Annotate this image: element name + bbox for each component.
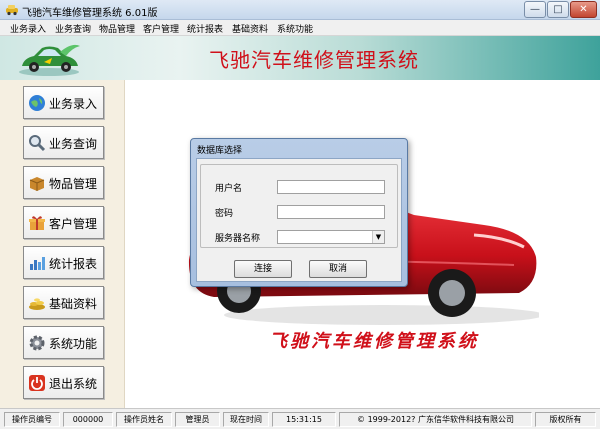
status-bar: 操作员编号 000000 操作员姓名 管理员 现在时间 15:31:15 © 1… <box>0 408 600 429</box>
minimize-button[interactable]: — <box>524 1 546 18</box>
gear-icon <box>29 335 45 351</box>
server-name-label: 服务器名称 <box>215 234 261 244</box>
rights-text: 版权所有 <box>535 412 596 427</box>
server-name-select[interactable]: ▼ <box>277 230 385 244</box>
sidebar-item-label: 物品管理 <box>49 177 98 191</box>
magnifier-icon <box>29 135 46 152</box>
time-label: 现在时间 <box>223 412 269 427</box>
copyright-text: © 1999-2012? 广东信华软件科技有限公司 <box>339 412 532 427</box>
maximize-button[interactable]: □ <box>547 1 569 18</box>
header-banner: 飞驰汽车维修管理系统 <box>0 36 600 80</box>
operator-name-value: 管理员 <box>175 412 220 427</box>
logo-car-icon <box>19 44 80 76</box>
slogan-text: 飞驰汽车维修管理系统 <box>269 331 479 352</box>
title-bar: 飞驰汽车维修管理系统 6.01版 — □ ✕ <box>0 0 600 20</box>
cancel-button[interactable]: 取消 <box>309 260 367 278</box>
time-value: 15:31:15 <box>272 412 336 427</box>
bar-chart-icon <box>30 257 45 270</box>
username-input[interactable] <box>277 180 385 194</box>
sidebar-item-label: 客户管理 <box>49 217 98 231</box>
sidebar-item-customers[interactable]: 客户管理 <box>23 206 104 239</box>
menu-system[interactable]: 系统功能 <box>277 22 313 35</box>
login-fields-group: 用户名 密码 服务器名称 ▼ <box>200 164 398 248</box>
dialog-title: 数据库选择 <box>197 146 243 156</box>
connect-button[interactable]: 连接 <box>234 260 292 278</box>
sidebar-item-basic-data[interactable]: 基础资料 <box>23 286 104 319</box>
sidebar-item-label: 系统功能 <box>49 337 98 351</box>
app-car-icon <box>6 5 18 16</box>
operator-name-label: 操作员姓名 <box>116 412 172 427</box>
sidebar-item-system[interactable]: 系统功能 <box>23 326 104 359</box>
window-title: 飞驰汽车维修管理系统 6.01版 <box>22 8 158 19</box>
menu-customers[interactable]: 客户管理 <box>143 22 179 35</box>
sidebar-item-label: 统计报表 <box>49 257 98 271</box>
power-icon <box>29 375 45 391</box>
username-label: 用户名 <box>215 184 243 194</box>
menu-business-query[interactable]: 业务查询 <box>55 22 91 35</box>
menu-reports[interactable]: 统计报表 <box>187 22 223 35</box>
sidebar-item-label: 基础资料 <box>49 297 98 311</box>
sidebar-item-exit[interactable]: 退出系统 <box>23 366 104 399</box>
close-button[interactable]: ✕ <box>570 1 597 18</box>
box-icon <box>29 177 45 191</box>
chevron-down-icon[interactable]: ▼ <box>372 231 384 243</box>
copyright-symbol: © <box>357 415 366 424</box>
sidebar: 业务录入 业务查询 物品管理 客户管理 统计报表 基础资料 系统功能 退出系统 <box>0 80 125 408</box>
sidebar-item-business-entry[interactable]: 业务录入 <box>23 86 104 119</box>
password-input[interactable] <box>277 205 385 219</box>
sidebar-item-label: 退出系统 <box>49 377 98 391</box>
dialog-body: 用户名 密码 服务器名称 ▼ 连接 取消 <box>196 158 402 282</box>
gift-icon <box>29 216 45 230</box>
operator-id-value: 000000 <box>63 412 113 427</box>
password-label: 密码 <box>215 209 234 219</box>
sidebar-item-reports[interactable]: 统计报表 <box>23 246 104 279</box>
menu-basic-data[interactable]: 基础资料 <box>232 22 268 35</box>
operator-id-label: 操作员编号 <box>4 412 60 427</box>
sidebar-item-label: 业务查询 <box>49 137 98 151</box>
menu-bar: 业务录入 业务查询 物品管理 客户管理 统计报表 基础资料 系统功能 <box>0 20 600 36</box>
sidebar-item-goods[interactable]: 物品管理 <box>23 166 104 199</box>
globe-icon <box>29 95 45 111</box>
sidebar-item-business-query[interactable]: 业务查询 <box>23 126 104 159</box>
sidebar-item-label: 业务录入 <box>49 97 98 111</box>
gold-pile-icon <box>29 298 45 310</box>
copyright-value: 1999-2012? 广东信华软件科技有限公司 <box>367 415 514 424</box>
page-title: 飞驰汽车维修管理系统 <box>209 48 419 72</box>
menu-business-entry[interactable]: 业务录入 <box>10 22 46 35</box>
menu-goods[interactable]: 物品管理 <box>99 22 135 35</box>
database-select-dialog: 数据库选择 用户名 密码 服务器名称 ▼ 连接 取消 <box>190 138 408 287</box>
